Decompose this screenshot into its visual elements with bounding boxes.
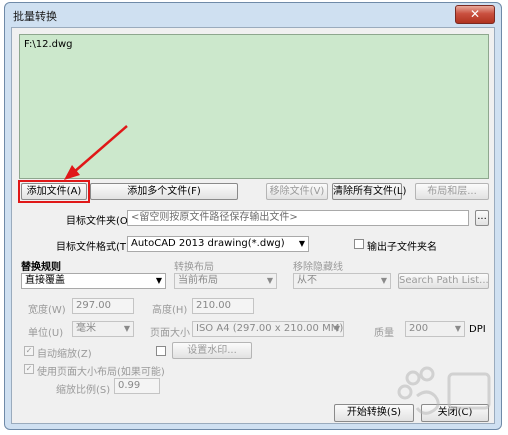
arrow-line [73, 125, 128, 173]
watermark-logo [397, 366, 491, 415]
